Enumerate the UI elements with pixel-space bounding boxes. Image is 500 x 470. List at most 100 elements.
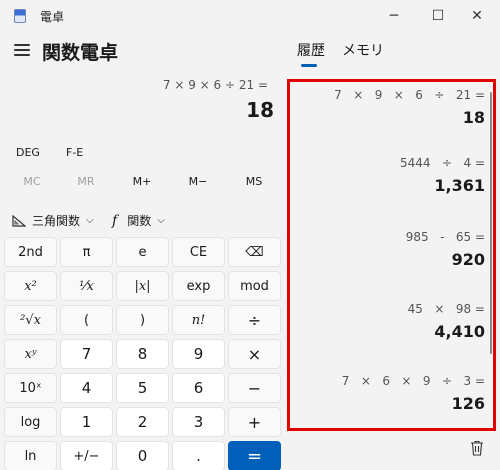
display-expression: 7 × 9 × 6 ÷ 21 =	[162, 78, 268, 92]
key-label: π	[82, 244, 91, 260]
key-label: 8	[137, 345, 148, 363]
key-label: 1	[81, 413, 92, 431]
history-expression[interactable]: 45 × 98 =	[408, 302, 485, 316]
key-label: log	[20, 414, 41, 430]
hamburger-menu-icon[interactable]	[14, 44, 30, 56]
close-paren-key[interactable]: )	[116, 305, 169, 335]
square-root-key[interactable]: ²√x	[4, 305, 57, 335]
negate-key[interactable]: +/−	[60, 441, 113, 470]
key-label: 5	[137, 379, 148, 397]
angle-unit-button[interactable]: DEG	[16, 146, 40, 159]
calculator-app-icon	[14, 9, 26, 23]
history-result[interactable]: 1,361	[434, 176, 485, 195]
digit-0-key[interactable]: 0	[116, 441, 169, 470]
key-label: 9	[193, 345, 204, 363]
memory-store-button[interactable]: MS	[226, 175, 282, 188]
history-expression[interactable]: 5444 ÷ 4 =	[400, 156, 485, 170]
memory-subtract-button[interactable]: M−	[170, 175, 226, 188]
key-label: −	[247, 378, 262, 398]
key-label: 7	[81, 345, 92, 363]
minimize-button[interactable]: ─	[371, 0, 417, 32]
digit-5-key[interactable]: 5	[116, 373, 169, 403]
key-label: ¹⁄x	[79, 278, 94, 294]
key-label: 6	[193, 379, 204, 397]
digit-1-key[interactable]: 1	[60, 407, 113, 437]
memory-clear-button[interactable]: MC	[4, 175, 60, 188]
key-label: 0	[137, 447, 148, 465]
digit-2-key[interactable]: 2	[116, 407, 169, 437]
page-title: 関数電卓	[42, 42, 119, 64]
title-bar: 電卓 ─ ☐ ✕	[0, 0, 500, 32]
fe-button[interactable]: F-E	[66, 146, 83, 159]
multiply-key[interactable]: ×	[228, 339, 281, 369]
trig-label: 三角関数	[32, 214, 81, 228]
mod-key[interactable]: mod	[228, 271, 281, 301]
function-label: 関数	[127, 214, 152, 228]
history-expression[interactable]: 7 × 6 × 9 ÷ 3 =	[342, 374, 485, 388]
trash-icon[interactable]	[470, 440, 484, 456]
clear-entry-key[interactable]: CE	[172, 237, 225, 267]
trig-dropdown[interactable]: 三角関数 ⌵	[12, 212, 94, 229]
key-label: .	[196, 447, 201, 465]
square-key[interactable]: x²	[4, 271, 57, 301]
equals-key[interactable]: =	[228, 441, 281, 470]
key-label: n!	[191, 312, 206, 328]
key-label: ×	[247, 344, 262, 364]
digit-7-key[interactable]: 7	[60, 339, 113, 369]
ln-key[interactable]: ln	[4, 441, 57, 470]
ten-power-key[interactable]: 10ˣ	[4, 373, 57, 403]
key-label: 2nd	[18, 244, 43, 260]
chevron-down-icon: ⌵	[86, 215, 94, 226]
key-label: 3	[193, 413, 204, 431]
window-title: 電卓	[40, 10, 65, 24]
digit-4-key[interactable]: 4	[60, 373, 113, 403]
tab-memory[interactable]: メモリ	[342, 40, 384, 60]
close-button[interactable]: ✕	[454, 0, 500, 32]
key-label: (	[83, 312, 90, 328]
power-key[interactable]: xʸ	[4, 339, 57, 369]
reciprocal-key[interactable]: ¹⁄x	[60, 271, 113, 301]
add-key[interactable]: +	[228, 407, 281, 437]
digit-6-key[interactable]: 6	[172, 373, 225, 403]
decimal-key[interactable]: .	[172, 441, 225, 470]
tab-history[interactable]: 履歴	[297, 40, 325, 60]
memory-add-button[interactable]: M+	[114, 175, 170, 188]
key-label: ln	[24, 448, 37, 464]
key-label: |x|	[134, 278, 151, 294]
log-key[interactable]: log	[4, 407, 57, 437]
key-label: mod	[240, 278, 269, 294]
open-paren-key[interactable]: (	[60, 305, 113, 335]
e-key[interactable]: e	[116, 237, 169, 267]
second-function-key[interactable]: 2nd	[4, 237, 57, 267]
backspace-key[interactable]: ⌫	[228, 237, 281, 267]
digit-9-key[interactable]: 9	[172, 339, 225, 369]
pi-key[interactable]: π	[60, 237, 113, 267]
key-label: ÷	[247, 310, 262, 330]
tab-active-indicator	[301, 64, 317, 67]
memory-recall-button[interactable]: MR	[58, 175, 114, 188]
key-label: 2	[137, 413, 148, 431]
function-dropdown[interactable]: f 関数 ⌵	[112, 212, 165, 229]
history-expression[interactable]: 985 - 65 =	[406, 230, 485, 244]
divide-key[interactable]: ÷	[228, 305, 281, 335]
key-label: x²	[24, 278, 37, 294]
key-label: e	[138, 244, 147, 260]
factorial-key[interactable]: n!	[172, 305, 225, 335]
history-result[interactable]: 18	[463, 108, 485, 127]
key-label: ²√x	[20, 312, 41, 328]
digit-3-key[interactable]: 3	[172, 407, 225, 437]
subtract-key[interactable]: −	[228, 373, 281, 403]
key-label: =	[246, 445, 263, 467]
absolute-key[interactable]: |x|	[116, 271, 169, 301]
history-expression[interactable]: 7 × 9 × 6 ÷ 21 =	[334, 88, 485, 102]
history-result[interactable]: 4,410	[434, 322, 485, 341]
digit-8-key[interactable]: 8	[116, 339, 169, 369]
exp-key[interactable]: exp	[172, 271, 225, 301]
history-result[interactable]: 126	[452, 394, 485, 413]
history-scrollbar[interactable]	[490, 92, 492, 354]
history-result[interactable]: 920	[452, 250, 485, 269]
key-label: 10ˣ	[19, 380, 42, 396]
key-label: xʸ	[24, 346, 37, 362]
key-label: )	[139, 312, 146, 328]
key-label: CE	[189, 244, 208, 260]
